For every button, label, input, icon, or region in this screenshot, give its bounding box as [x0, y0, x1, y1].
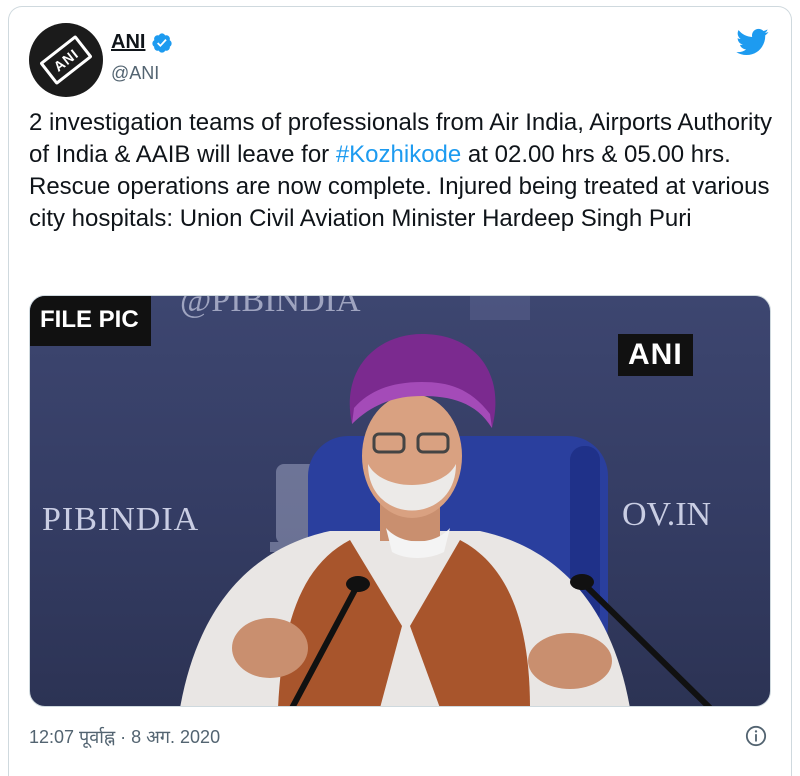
twitter-bird-icon[interactable] — [735, 25, 769, 59]
tweet-timestamp[interactable]: 12:07 पूर्वाह्न · 8 अग. 2020 — [29, 725, 220, 749]
background-block — [470, 296, 530, 320]
display-name[interactable]: ANI — [111, 31, 145, 54]
file-pic-label: FILE PIC — [30, 296, 151, 346]
tweet-text: 2 investigation teams of professionals f… — [29, 107, 779, 235]
media-photo[interactable]: @PIBINDIA PIBINDIA OV.IN FILE PIC ANI — [29, 295, 771, 707]
tweet-card: ANI ANI @ANI 2 investigation teams of pr… — [8, 6, 792, 776]
verified-badge-icon — [151, 32, 173, 54]
hand-left — [232, 618, 308, 678]
user-handle[interactable]: @ANI — [111, 63, 159, 84]
hand-right — [528, 633, 612, 689]
info-icon[interactable] — [745, 725, 767, 747]
ani-watermark: ANI — [618, 334, 693, 376]
hashtag-link[interactable]: #Kozhikode — [336, 141, 461, 168]
author-name-row: ANI — [111, 31, 173, 54]
avatar-logo-text: ANI — [39, 34, 93, 86]
avatar[interactable]: ANI — [29, 23, 103, 97]
